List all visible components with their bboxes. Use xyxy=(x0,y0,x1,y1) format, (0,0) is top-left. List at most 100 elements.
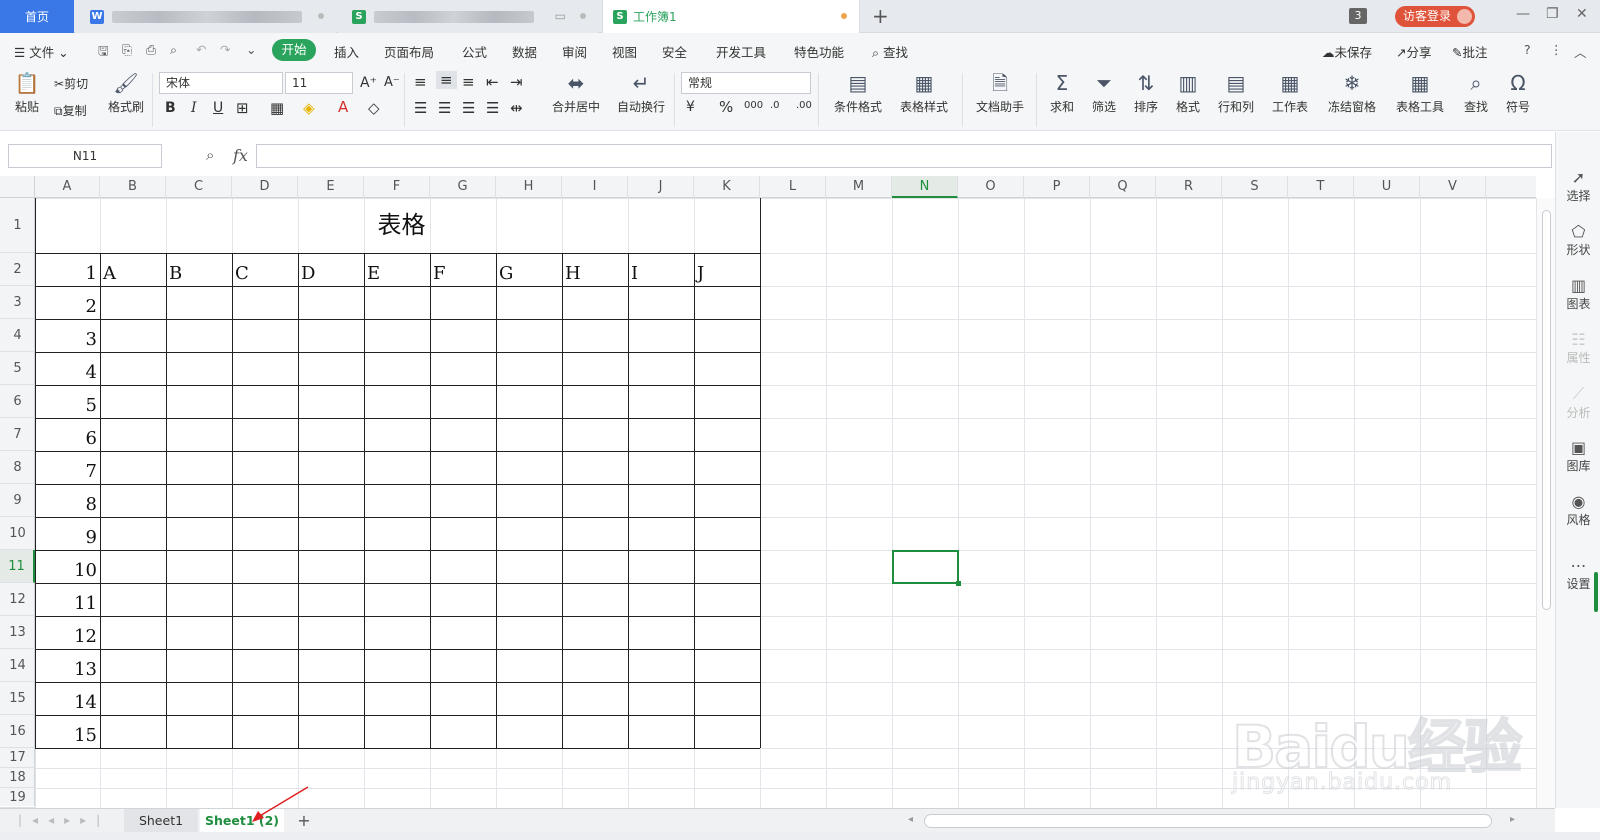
worksheet-button[interactable]: ▦ 工作表 xyxy=(1266,71,1314,115)
tab-start[interactable]: 开始 xyxy=(272,39,316,61)
number-format-select[interactable]: 常规 xyxy=(681,72,811,94)
column-header-j[interactable]: J xyxy=(628,176,694,198)
column-header-b[interactable]: B xyxy=(100,176,166,198)
clear-format-icon[interactable]: ◇ xyxy=(368,99,380,117)
row-header-9[interactable]: 9 xyxy=(0,484,35,517)
table-row-number[interactable]: 14 xyxy=(35,682,100,715)
tab-security[interactable]: 安全 xyxy=(662,42,687,61)
fx-icon[interactable]: fx xyxy=(233,146,248,165)
tab-view[interactable]: 视图 xyxy=(612,42,637,61)
column-header-a[interactable]: A xyxy=(35,176,100,198)
redo-icon[interactable]: ↷ xyxy=(220,42,230,57)
horizontal-scroll-thumb[interactable] xyxy=(924,814,1492,828)
freeze-panes-button[interactable]: ❄ 冻结窗格 xyxy=(1322,71,1382,115)
tab-special[interactable]: 特色功能 xyxy=(794,42,844,61)
collapse-ribbon-icon[interactable]: ︿ xyxy=(1574,42,1587,61)
column-header-n[interactable]: N xyxy=(892,176,958,198)
format-painter-button[interactable]: 🖌 格式刷 xyxy=(106,71,146,115)
save-icon[interactable]: 🖫 xyxy=(98,42,109,63)
table-header-cell[interactable]: E xyxy=(364,253,430,286)
align-center-icon[interactable]: ☰ xyxy=(438,99,451,117)
percent-button[interactable]: % xyxy=(719,98,733,116)
symbol-button[interactable]: Ω 符号 xyxy=(1500,71,1536,115)
wrap-text-button[interactable]: ↵ 自动换行 xyxy=(614,71,668,115)
panel-analysis[interactable]: ⟋ 分析 xyxy=(1556,384,1600,421)
underline-button[interactable]: U xyxy=(213,100,223,116)
table-row-number[interactable]: 5 xyxy=(35,385,100,418)
justify-icon[interactable]: ☰ xyxy=(486,99,499,117)
row-header-15[interactable]: 15 xyxy=(0,682,35,715)
bold-button[interactable]: B xyxy=(165,100,176,116)
increase-decimal-icon[interactable]: .0 xyxy=(770,100,780,111)
decrease-decimal-icon[interactable]: .00 xyxy=(796,100,812,111)
sheet-tab-1[interactable]: Sheet1 xyxy=(124,809,198,833)
comment-button[interactable]: ✎批注 xyxy=(1452,42,1488,61)
paste-button[interactable]: 📋 粘贴 xyxy=(10,71,44,115)
column-header-v[interactable]: V xyxy=(1420,176,1486,198)
table-header-cell[interactable]: D xyxy=(298,253,364,286)
column-header-s[interactable]: S xyxy=(1222,176,1288,198)
column-header-t[interactable]: T xyxy=(1288,176,1354,198)
panel-shape[interactable]: ⬠ 形状 xyxy=(1556,222,1600,258)
row-header-14[interactable]: 14 xyxy=(0,649,35,682)
tab-review[interactable]: 审阅 xyxy=(562,42,587,61)
row-header-19[interactable]: 19 xyxy=(0,788,35,808)
tab-formula[interactable]: 公式 xyxy=(462,42,487,61)
table-header-cell[interactable]: H xyxy=(562,253,628,286)
vertical-scrollbar[interactable] xyxy=(1536,198,1555,808)
table-header-cell[interactable]: G xyxy=(496,253,562,286)
table-row-number[interactable]: 2 xyxy=(35,286,100,319)
more-icon[interactable]: ⋮ xyxy=(1550,42,1563,57)
distribute-icon[interactable]: ⇹ xyxy=(510,99,523,117)
name-box[interactable]: N11 xyxy=(8,144,162,168)
table-header-cell[interactable]: F xyxy=(430,253,496,286)
table-header-cell[interactable]: I xyxy=(628,253,694,286)
merge-center-button[interactable]: ⬌ 合并居中 xyxy=(546,71,606,115)
zoom-formula-icon[interactable]: ⌕ xyxy=(206,146,214,164)
row-header-11[interactable]: 11 xyxy=(0,550,35,583)
row-header-3[interactable]: 3 xyxy=(0,286,35,319)
sort-button[interactable]: ⇅ 排序 xyxy=(1128,71,1164,115)
print-preview-icon[interactable]: ⌕ xyxy=(170,42,177,58)
row-header-5[interactable]: 5 xyxy=(0,352,35,385)
row-header-7[interactable]: 7 xyxy=(0,418,35,451)
tab-developer[interactable]: 开发工具 xyxy=(716,42,766,61)
font-size-select[interactable]: 11 xyxy=(285,72,353,94)
share-button[interactable]: ↗分享 xyxy=(1396,42,1432,61)
row-header-12[interactable]: 12 xyxy=(0,583,35,616)
currency-icon[interactable]: ¥ xyxy=(686,99,695,115)
fill-pattern-icon[interactable]: ▦ xyxy=(270,99,284,117)
indent-decrease-icon[interactable]: ⇤ xyxy=(486,73,499,91)
shrink-font-icon[interactable]: A⁻ xyxy=(384,75,400,90)
table-row-number[interactable]: 10 xyxy=(35,550,100,583)
font-color-icon[interactable]: A xyxy=(338,98,348,116)
column-header-c[interactable]: C xyxy=(166,176,232,198)
table-row-number[interactable]: 3 xyxy=(35,319,100,352)
undo-icon[interactable]: ↶ xyxy=(196,42,206,57)
column-header-k[interactable]: K xyxy=(694,176,760,198)
table-row-number[interactable]: 7 xyxy=(35,451,100,484)
print-icon[interactable]: ⎙ xyxy=(146,42,156,58)
table-row-number[interactable]: 9 xyxy=(35,517,100,550)
selected-cell[interactable] xyxy=(892,550,961,586)
grow-font-icon[interactable]: A⁺ xyxy=(360,75,377,91)
align-right-icon[interactable]: ☰ xyxy=(462,99,475,117)
column-header-g[interactable]: G xyxy=(430,176,496,198)
row-header-6[interactable]: 6 xyxy=(0,385,35,418)
new-tab-button[interactable]: + xyxy=(872,4,889,28)
scroll-right-icon[interactable]: ▸ xyxy=(1510,814,1515,825)
format-button[interactable]: ▥ 格式 xyxy=(1170,71,1206,115)
row-header-1[interactable]: 1 xyxy=(0,198,35,253)
menu-search[interactable]: ⌕ 查找 xyxy=(872,42,908,61)
column-header-f[interactable]: F xyxy=(364,176,430,198)
copy-button[interactable]: ⧉复制 xyxy=(54,102,87,119)
row-header-10[interactable]: 10 xyxy=(0,517,35,550)
table-header-cell[interactable]: B xyxy=(166,253,232,286)
table-title[interactable]: 表格 xyxy=(35,198,768,253)
thousands-button[interactable]: 000 xyxy=(744,100,763,111)
close-icon[interactable]: ✕ xyxy=(1576,6,1588,22)
scroll-left-icon[interactable]: ◂ xyxy=(908,814,913,825)
find-button[interactable]: ⌕ 查找 xyxy=(1458,71,1494,115)
window-count-badge[interactable]: 3 xyxy=(1349,8,1367,24)
panel-select[interactable]: ➚ 选择 xyxy=(1556,168,1600,204)
